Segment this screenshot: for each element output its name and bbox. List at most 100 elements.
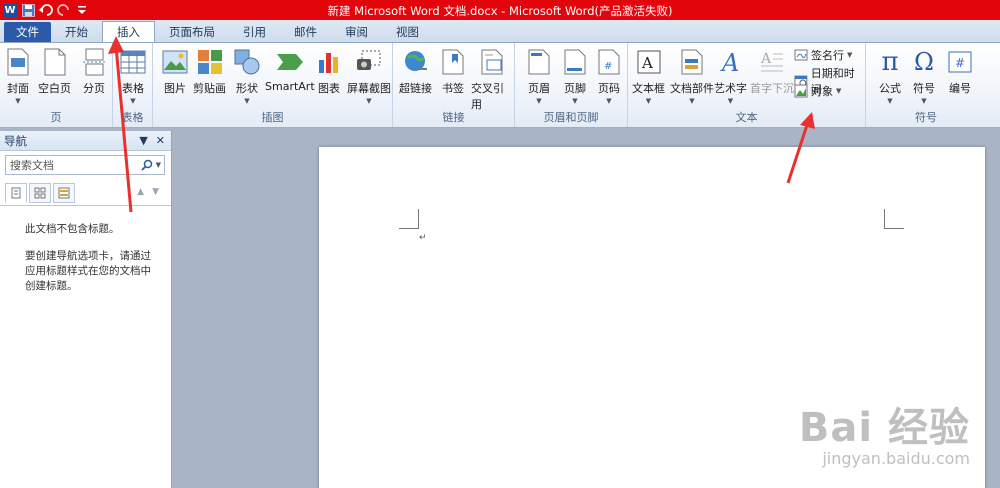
tab-file[interactable]: 文件 <box>4 22 51 42</box>
chart-button[interactable]: 图表 <box>315 47 343 96</box>
group-label-illustrations: 插图 <box>261 111 284 124</box>
omega-icon: Ω <box>914 48 934 76</box>
quick-parts-button[interactable]: 文档部件 ▼ <box>670 47 714 105</box>
picture-button[interactable]: 图片 <box>161 47 189 96</box>
ribbon: 封面 ▼ 空白页 分页 页 表格 ▼ 表格 图片 剪贴画 形状 ▼ SmartA… <box>0 42 1000 128</box>
screenshot-button[interactable]: 屏幕截图 ▼ <box>347 47 391 105</box>
screenshot-icon <box>355 47 383 77</box>
group-pages: 封面 ▼ 空白页 分页 页 <box>0 43 113 127</box>
quick-parts-icon <box>678 47 706 77</box>
customize-icon[interactable] <box>74 2 90 18</box>
cross-reference-icon <box>479 47 507 77</box>
clipart-button[interactable]: 剪贴画 <box>193 47 226 96</box>
smartart-icon <box>276 47 304 77</box>
close-icon[interactable]: ✕ <box>156 134 165 147</box>
tab-mailings[interactable]: 邮件 <box>280 22 331 42</box>
navigation-tabs <box>5 183 75 203</box>
group-links: 超链接 书签 交叉引用 链接 <box>393 43 515 127</box>
group-symbols: π 公式 ▼ Ω 符号 ▼ # 编号 符号 <box>866 43 986 127</box>
chevron-down-icon: ▼ <box>847 51 853 59</box>
group-label-tables: 表格 <box>121 111 144 124</box>
group-tables: 表格 ▼ 表格 <box>113 43 153 127</box>
baidu-watermark: Bai 经验 jingyan.baidu.com <box>799 395 970 468</box>
watermark-url: jingyan.baidu.com <box>822 449 970 468</box>
tab-home[interactable]: 开始 <box>51 22 102 42</box>
title-bar: W 新建 Microsoft Word 文档.docx - Microsoft … <box>0 0 1000 20</box>
header-button[interactable]: 页眉 ▼ <box>525 47 553 105</box>
footer-icon <box>561 47 589 77</box>
tab-view[interactable]: 视图 <box>382 22 433 42</box>
group-header-footer: 页眉 ▼ 页脚 ▼ # 页码 ▼ 页眉和页脚 <box>515 43 628 127</box>
no-headings-message: 此文档不包含标题。 <box>25 223 120 235</box>
page-number-icon: # <box>595 47 623 77</box>
crop-mark-top-left <box>399 209 419 229</box>
group-label-text: 文本 <box>735 111 758 124</box>
page-break-button[interactable]: 分页 <box>80 47 108 96</box>
word-logo: W <box>2 2 18 18</box>
tab-pages[interactable] <box>29 183 51 203</box>
symbol-button[interactable]: Ω 符号 ▼ <box>910 47 938 105</box>
blank-page-button[interactable]: 空白页 <box>38 47 71 96</box>
tab-review[interactable]: 审阅 <box>331 22 382 42</box>
dropcap-button[interactable]: A 首字下沉 <box>750 47 794 96</box>
save-icon[interactable] <box>20 2 36 18</box>
chevron-down-icon: ▼ <box>727 97 734 105</box>
redo-icon[interactable] <box>56 2 72 18</box>
number-button[interactable]: # 编号 <box>946 47 974 96</box>
tab-references[interactable]: 引用 <box>229 22 280 42</box>
chevron-down-icon: ▼ <box>921 97 927 105</box>
equation-button[interactable]: π 公式 ▼ <box>876 47 904 105</box>
number-icon: # <box>946 47 974 77</box>
bookmark-button[interactable]: 书签 <box>439 47 467 96</box>
search-icon[interactable] <box>140 159 153 171</box>
previous-arrow-icon[interactable]: ▲ <box>137 187 144 197</box>
group-label-symbols: 符号 <box>915 111 937 124</box>
chevron-down-icon: ▼ <box>572 97 578 105</box>
pages-grid-icon <box>34 187 46 199</box>
table-button[interactable]: 表格 ▼ <box>119 47 147 105</box>
tab-results[interactable] <box>53 183 75 203</box>
navigation-body: 此文档不包含标题。 要创建导航选项卡，请通过应用标题样式在您的文档中创建标题。 <box>0 205 171 306</box>
hyperlink-button[interactable]: 超链接 <box>399 47 432 96</box>
clipart-icon <box>196 47 224 77</box>
shapes-button[interactable]: 形状 ▼ <box>233 47 261 105</box>
group-label-header-footer: 页眉和页脚 <box>543 111 599 124</box>
object-button[interactable]: 对象 ▼ <box>794 83 841 99</box>
chevron-down-icon[interactable]: ▼ <box>156 161 161 169</box>
chevron-down-icon: ▼ <box>536 97 542 105</box>
window-title: 新建 Microsoft Word 文档.docx - Microsoft Wo… <box>327 4 673 18</box>
pi-icon: π <box>881 47 899 77</box>
tab-insert[interactable]: 插入 <box>102 21 155 42</box>
textbox-button[interactable]: A 文本框 ▼ <box>632 47 665 105</box>
chevron-down-icon: ▼ <box>15 97 21 105</box>
wordart-button[interactable]: A 艺术字 ▼ <box>714 47 747 105</box>
tab-page-layout[interactable]: 页面布局 <box>155 22 229 42</box>
cover-button[interactable]: 封面 ▼ <box>4 47 32 105</box>
wordart-icon: A <box>717 47 745 77</box>
next-arrow-icon[interactable]: ▼ <box>152 187 159 197</box>
svg-text:A: A <box>720 49 739 75</box>
results-icon <box>58 187 70 199</box>
search-input[interactable]: 搜索文档 ▼ <box>5 155 165 175</box>
create-headings-hint: 要创建导航选项卡，请通过应用标题样式在您的文档中创建标题。 <box>25 250 151 292</box>
undo-icon[interactable] <box>38 2 54 18</box>
table-icon <box>119 47 147 77</box>
pane-menu-icon[interactable]: ▼ <box>139 134 147 147</box>
word-app-icon[interactable]: W <box>2 2 18 18</box>
navigation-arrows: ▲ ▼ <box>137 187 159 197</box>
group-label-links: 链接 <box>442 111 465 124</box>
chevron-down-icon: ▼ <box>689 97 695 105</box>
svg-text:A: A <box>760 51 772 67</box>
cross-reference-button[interactable]: 交叉引用 <box>471 47 514 112</box>
blank-page-icon <box>41 47 69 77</box>
page-number-button[interactable]: # 页码 ▼ <box>595 47 623 105</box>
svg-text:A: A <box>641 54 653 72</box>
textbox-icon: A <box>635 47 663 77</box>
chevron-down-icon: ▼ <box>887 97 893 105</box>
footer-button[interactable]: 页脚 ▼ <box>561 47 589 105</box>
dropcap-icon: A <box>758 47 786 77</box>
smartart-button[interactable]: SmartArt <box>265 47 315 93</box>
chart-icon <box>315 47 343 77</box>
tab-headings[interactable] <box>5 183 27 203</box>
signature-line-button[interactable]: 签名行 ▼ <box>794 47 852 63</box>
